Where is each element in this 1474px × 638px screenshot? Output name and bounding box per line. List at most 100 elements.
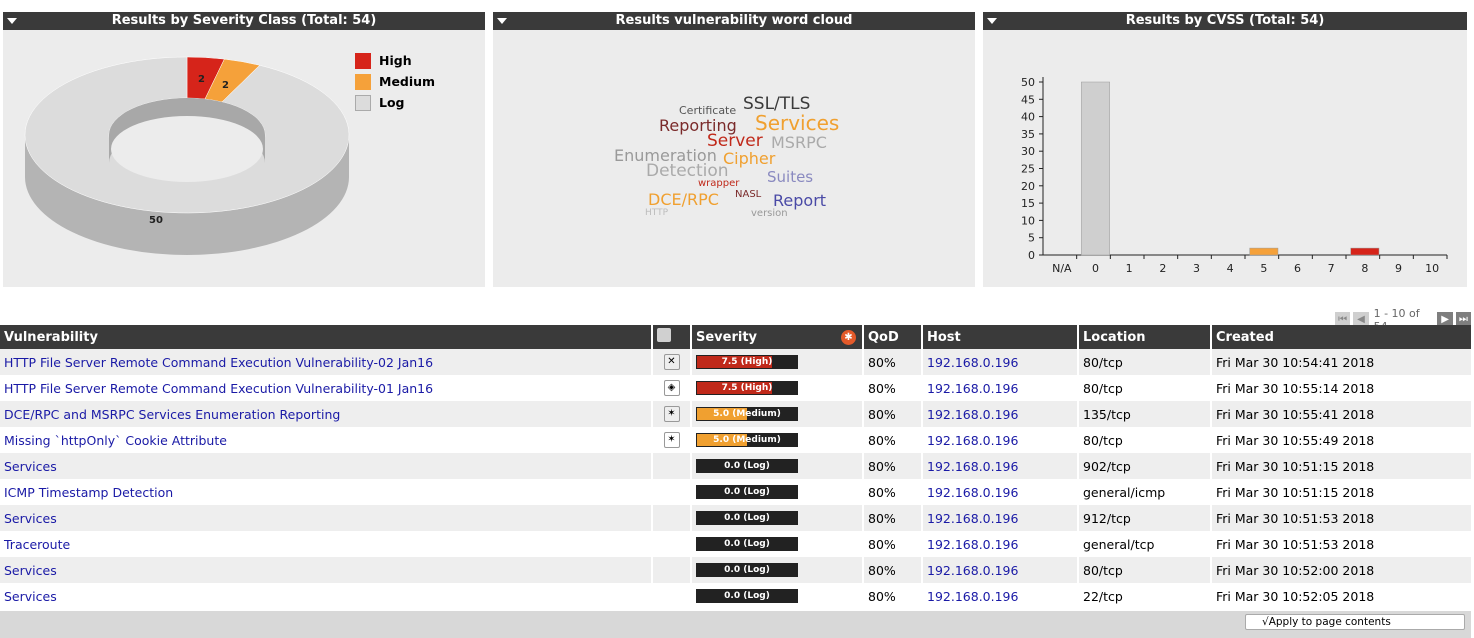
star-icon[interactable]: ✶ (663, 406, 680, 422)
y-tick-label: 15 (1021, 197, 1035, 210)
column-header-severity[interactable]: Severity ✱ (690, 325, 863, 349)
table-row[interactable]: DCE/RPC and MSRPC Services Enumeration R… (0, 401, 1471, 427)
severity-cell: 0.0 (Log) (690, 583, 863, 609)
column-header-host[interactable]: Host (921, 325, 1078, 349)
severity-cell: 0.0 (Log) (690, 531, 863, 557)
host-cell[interactable]: 192.168.0.196 (921, 349, 1078, 375)
host-cell[interactable]: 192.168.0.196 (921, 427, 1078, 453)
y-tick-label: 40 (1021, 111, 1035, 124)
host-cell[interactable]: 192.168.0.196 (921, 531, 1078, 557)
cloud-word[interactable]: version (751, 209, 788, 219)
cloud-word[interactable]: DCE/RPC (648, 192, 719, 208)
qod-cell: 80% (862, 375, 922, 401)
collapse-toggle-icon[interactable] (987, 18, 997, 24)
vulnerability-link[interactable]: Missing `httpOnly` Cookie Attribute (4, 433, 227, 448)
x-tick-label: N/A (1052, 262, 1072, 275)
cvss-bar-chart: 05101520253035404550N/A 0 1 2 3 4 5 6 7 8 9 10 (1021, 76, 1448, 275)
column-header-qod[interactable]: QoD (862, 325, 922, 349)
host-cell[interactable]: 192.168.0.196 (921, 453, 1078, 479)
vulnerability-link[interactable]: Traceroute (4, 537, 70, 552)
host-cell[interactable]: 192.168.0.196 (921, 479, 1078, 505)
cvss-bar-0[interactable] (1081, 81, 1110, 256)
cloud-word[interactable]: Services (755, 113, 839, 133)
severity-cell: 0.0 (Log) (690, 505, 863, 531)
column-header-vulnerability[interactable]: Vulnerability (0, 325, 652, 349)
table-row[interactable]: Services 0.0 (Log) 80% 192.168.0.196 912/tcp… (0, 505, 1471, 531)
collapse-toggle-icon[interactable] (7, 18, 17, 24)
cloud-word[interactable]: HTTP (645, 209, 668, 218)
host-link[interactable]: 192.168.0.196 (927, 407, 1018, 422)
table-row[interactable]: Services 0.0 (Log) 80% 192.168.0.196 902/tcp… (0, 453, 1471, 479)
vulnerability-cell[interactable]: Services (0, 583, 652, 609)
cloud-word[interactable]: Cipher (723, 151, 775, 167)
vulnerability-cell[interactable]: HTTP File Server Remote Command Executio… (0, 375, 652, 401)
cloud-word[interactable]: MSRPC (771, 135, 827, 151)
host-link[interactable]: 192.168.0.196 (927, 537, 1018, 552)
severity-bar: 0.0 (Log) (696, 511, 798, 525)
apply-to-page-contents-select[interactable]: √Apply to page contents (1245, 614, 1465, 630)
host-link[interactable]: 192.168.0.196 (927, 485, 1018, 500)
vulnerability-link[interactable]: HTTP File Server Remote Command Executio… (4, 355, 433, 370)
severity-cell: 0.0 (Log) (690, 479, 863, 505)
sort-icon[interactable]: ✱ (841, 330, 856, 345)
column-header-created[interactable]: Created (1210, 325, 1471, 349)
table-row[interactable]: ICMP Timestamp Detection 0.0 (Log) 80% 192.… (0, 479, 1471, 505)
severity-text: 0.0 (Log) (724, 461, 770, 471)
solution-type-cell: ✕ (651, 349, 691, 375)
cloud-word[interactable]: Report (773, 193, 826, 209)
vulnerability-cell[interactable]: HTTP File Server Remote Command Executio… (0, 349, 652, 375)
vulnerability-cell[interactable]: DCE/RPC and MSRPC Services Enumeration R… (0, 401, 652, 427)
location-cell: 80/tcp (1077, 427, 1211, 453)
column-header-location[interactable]: Location (1077, 325, 1211, 349)
solution-type-cell (651, 505, 691, 531)
qod-cell: 80% (862, 427, 922, 453)
host-cell[interactable]: 192.168.0.196 (921, 557, 1078, 583)
severity-text: 0.0 (Log) (724, 513, 770, 523)
y-tick-label: 0 (1028, 249, 1035, 262)
host-link[interactable]: 192.168.0.196 (927, 589, 1018, 604)
vulnerability-cell[interactable]: Services (0, 557, 652, 583)
host-cell[interactable]: 192.168.0.196 (921, 401, 1078, 427)
table-row[interactable]: Traceroute 0.0 (Log) 80% 192.168.0.196 gener… (0, 531, 1471, 557)
cvss-bar-8[interactable] (1350, 247, 1380, 256)
vulnerability-link[interactable]: ICMP Timestamp Detection (4, 485, 173, 500)
star-icon[interactable]: ✶ (663, 432, 680, 448)
table-row[interactable]: HTTP File Server Remote Command Executio… (0, 375, 1471, 401)
location-cell: 22/tcp (1077, 583, 1211, 609)
table-row[interactable]: HTTP File Server Remote Command Executio… (0, 349, 1471, 375)
x-icon[interactable]: ✕ (663, 354, 680, 370)
severity-bar: 5.0 (Medium) (696, 407, 798, 421)
host-cell[interactable]: 192.168.0.196 (921, 583, 1078, 609)
cloud-word[interactable]: Suites (767, 170, 813, 185)
vulnerability-cell[interactable]: Services (0, 453, 652, 479)
host-link[interactable]: 192.168.0.196 (927, 511, 1018, 526)
created-cell: Fri Mar 30 10:52:00 2018 (1210, 557, 1471, 583)
vulnerability-link[interactable]: DCE/RPC and MSRPC Services Enumeration R… (4, 407, 340, 422)
host-link[interactable]: 192.168.0.196 (927, 433, 1018, 448)
cvss-bar-5[interactable] (1249, 247, 1279, 256)
host-link[interactable]: 192.168.0.196 (927, 381, 1018, 396)
host-link[interactable]: 192.168.0.196 (927, 459, 1018, 474)
vulnerability-link[interactable]: HTTP File Server Remote Command Executio… (4, 381, 433, 396)
host-cell[interactable]: 192.168.0.196 (921, 375, 1078, 401)
table-row[interactable]: Missing `httpOnly` Cookie Attribute ✶ 5.0 … (0, 427, 1471, 453)
host-link[interactable]: 192.168.0.196 (927, 355, 1018, 370)
vulnerability-cell[interactable]: Missing `httpOnly` Cookie Attribute (0, 427, 652, 453)
cloud-word[interactable]: Certificate (679, 105, 736, 116)
vulnerability-link[interactable]: Services (4, 563, 57, 578)
table-row[interactable]: Services 0.0 (Log) 80% 192.168.0.196 80/tcp F… (0, 557, 1471, 583)
cloud-word[interactable]: NASL (735, 190, 761, 200)
x-tick-label: 4 (1227, 262, 1234, 275)
host-cell[interactable]: 192.168.0.196 (921, 505, 1078, 531)
vulnerability-link[interactable]: Services (4, 511, 57, 526)
vulnerability-cell[interactable]: ICMP Timestamp Detection (0, 479, 652, 505)
cloud-word[interactable]: wrapper (698, 179, 739, 189)
severity-text: 5.0 (Medium) (713, 409, 781, 419)
vulnerability-cell[interactable]: Traceroute (0, 531, 652, 557)
shield-icon[interactable]: ◈ (663, 380, 680, 396)
vulnerability-link[interactable]: Services (4, 589, 57, 604)
host-link[interactable]: 192.168.0.196 (927, 563, 1018, 578)
vulnerability-link[interactable]: Services (4, 459, 57, 474)
vulnerability-cell[interactable]: Services (0, 505, 652, 531)
table-row[interactable]: Services 0.0 (Log) 80% 192.168.0.196 22/tcp F… (0, 583, 1471, 609)
